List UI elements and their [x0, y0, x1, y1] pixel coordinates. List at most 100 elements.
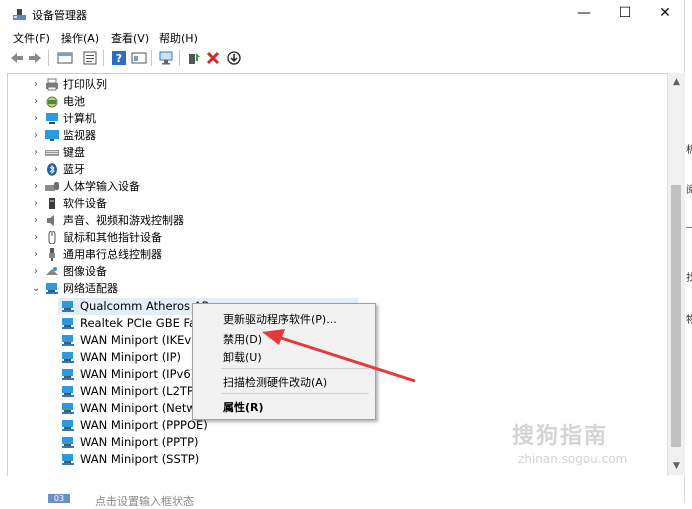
menu-separator — [221, 393, 369, 394]
computer-icon — [46, 113, 58, 124]
chevron-right-icon[interactable]: › — [32, 246, 40, 263]
tree-item-label: 蓝牙 — [63, 163, 85, 176]
menu-file[interactable]: 文件(F) — [13, 30, 50, 46]
tree-item-computer[interactable]: › 计算机 — [32, 110, 332, 127]
chevron-right-icon[interactable]: › — [32, 76, 40, 93]
network-card-icon — [62, 335, 74, 346]
chevron-right-icon[interactable]: › — [32, 229, 40, 246]
watermark-url: zhinan.sogou.com — [518, 452, 628, 466]
download-circle-icon[interactable] — [226, 50, 242, 66]
adapter-label: WAN Miniport (SSTP) — [80, 452, 200, 466]
usb-icon — [49, 248, 55, 261]
edge-char: 物 — [686, 315, 692, 326]
help-icon[interactable]: ? — [111, 50, 127, 66]
title-bar: 设备管理器 — ☐ ✕ — [0, 0, 684, 28]
tree-item-bluetooth[interactable]: › 蓝牙 — [32, 161, 332, 178]
network-card-icon — [62, 420, 74, 431]
mouse-icon — [48, 231, 56, 244]
step-text: 点击设置输入框状态 — [95, 495, 194, 508]
right-edge-strip — [685, 0, 692, 503]
chevron-down-icon[interactable]: ⌄ — [32, 280, 40, 297]
adapter-label: Realtek PCIe GBE Fami — [80, 316, 211, 330]
keyboard-icon — [45, 150, 59, 156]
tree-item-label: 键盘 — [63, 146, 85, 159]
menu-update-driver[interactable]: 更新驱动程序软件(P)... — [223, 311, 337, 327]
tree-item-label: 计算机 — [63, 112, 96, 125]
context-menu: 更新驱动程序软件(P)... 禁用(D) 卸载(U) 扫描检测硬件改动(A) 属… — [192, 303, 376, 420]
toolbar-divider — [103, 50, 104, 66]
network-card-icon — [62, 301, 74, 312]
chevron-right-icon[interactable]: › — [32, 195, 40, 212]
update-driver-icon[interactable] — [186, 50, 202, 66]
network-card-icon — [62, 352, 74, 363]
back-icon[interactable] — [9, 50, 25, 66]
maximize-button[interactable]: ☐ — [605, 0, 645, 28]
chevron-right-icon[interactable]: › — [32, 161, 40, 178]
show-hide-tree-icon[interactable] — [57, 50, 73, 66]
adapter-label: WAN Miniport (IPv6) — [80, 367, 196, 381]
tree-item-network-adapters[interactable]: ⌄ 网络适配器 — [32, 280, 332, 297]
adapter-label: WAN Miniport (L2TP) — [80, 384, 199, 398]
tree-item-usb-controllers[interactable]: › 通用串行总线控制器 — [32, 246, 332, 263]
network-adapter-item[interactable]: WAN Miniport (PPTP) — [58, 434, 358, 451]
menu-scan-hardware[interactable]: 扫描检测硬件改动(A) — [223, 374, 327, 390]
tree-item-keyboards[interactable]: › 键盘 — [32, 144, 332, 161]
toolbar: ? — [0, 47, 684, 69]
adapter-label: WAN Miniport (Netwo — [80, 401, 203, 415]
scroll-up-icon[interactable]: ▲ — [668, 75, 685, 89]
tree-item-label: 网络适配器 — [63, 282, 118, 295]
camera-icon — [46, 267, 58, 275]
menu-action[interactable]: 操作(A) — [61, 30, 99, 46]
scan-hardware-icon[interactable] — [158, 50, 174, 66]
edge-char: 析 — [686, 145, 692, 156]
chevron-right-icon[interactable]: › — [32, 212, 40, 229]
edge-char: — — [686, 222, 692, 233]
chevron-right-icon[interactable]: › — [32, 93, 40, 110]
minimize-button[interactable]: — — [564, 0, 604, 28]
vertical-scrollbar[interactable]: ▲ ▼ — [667, 73, 685, 475]
step-badge: 03 — [48, 494, 70, 503]
forward-icon[interactable] — [27, 50, 43, 66]
tree-item-label: 监视器 — [63, 129, 96, 142]
battery-icon — [46, 96, 58, 108]
menu-disable[interactable]: 禁用(D) — [223, 331, 262, 347]
properties-icon[interactable] — [82, 50, 98, 66]
network-card-icon — [62, 454, 74, 465]
device-manager-icon — [13, 9, 26, 20]
view-icon[interactable] — [131, 50, 147, 66]
adapter-label: WAN Miniport (IP) — [80, 350, 181, 364]
tree-item-sound-video-game[interactable]: › 声音、视频和游戏控制器 — [32, 212, 332, 229]
adapter-label: WAN Miniport (PPPOE) — [80, 418, 208, 432]
network-adapter-item[interactable]: WAN Miniport (SSTP) — [58, 451, 358, 468]
device-manager-window: 设备管理器 — ☐ ✕ 文件(F) 操作(A) 查看(V) 帮助(H) ? › … — [0, 0, 685, 508]
tree-item-print-queues[interactable]: › 打印队列 — [32, 76, 332, 93]
toolbar-divider — [179, 50, 180, 66]
menu-properties[interactable]: 属性(R) — [223, 399, 264, 415]
close-button[interactable]: ✕ — [645, 0, 685, 28]
chevron-right-icon[interactable]: › — [32, 110, 40, 127]
tree-item-software-devices[interactable]: › 软件设备 — [32, 195, 332, 212]
bottom-strip: 03 点击设置输入框状态 — [0, 476, 684, 508]
watermark-brand: 搜狗指南 — [512, 424, 609, 449]
menu-uninstall[interactable]: 卸载(U) — [223, 349, 262, 365]
speaker-icon — [47, 215, 54, 226]
tree-item-batteries[interactable]: › 电池 — [32, 93, 332, 110]
uninstall-icon[interactable] — [205, 50, 221, 66]
scroll-thumb[interactable] — [671, 185, 681, 447]
chevron-right-icon[interactable]: › — [32, 263, 40, 280]
menu-view[interactable]: 查看(V) — [111, 30, 149, 46]
chevron-right-icon[interactable]: › — [32, 127, 40, 144]
tree-item-monitors[interactable]: › 监视器 — [32, 127, 332, 144]
network-card-icon — [62, 369, 74, 380]
menu-help[interactable]: 帮助(H) — [159, 30, 198, 46]
tree-item-label: 图像设备 — [63, 265, 107, 278]
toolbar-divider — [151, 50, 152, 66]
tree-item-mice[interactable]: › 鼠标和其他指针设备 — [32, 229, 332, 246]
tree-item-hid[interactable]: › 人体学输入设备 — [32, 178, 332, 195]
network-adapter-icon — [46, 283, 58, 294]
tree-item-imaging-devices[interactable]: › 图像设备 — [32, 263, 332, 280]
chevron-right-icon[interactable]: › — [32, 178, 40, 195]
tree-item-label: 打印队列 — [63, 78, 107, 91]
chevron-right-icon[interactable]: › — [32, 144, 40, 161]
tree-item-label: 鼠标和其他指针设备 — [63, 231, 162, 244]
